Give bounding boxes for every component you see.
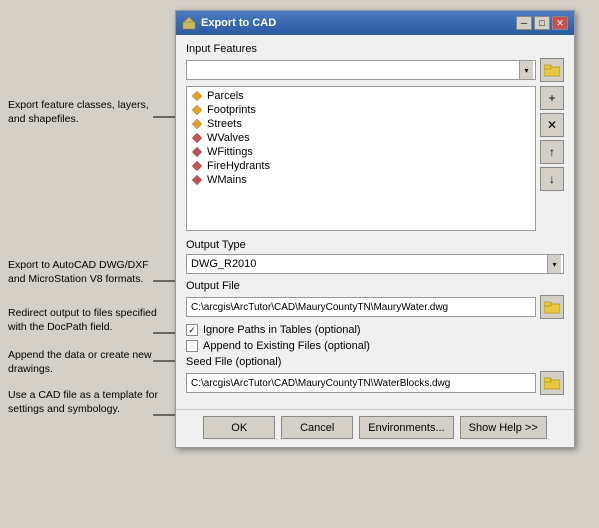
dialog-footer: OK Cancel Environments... Show Help >> bbox=[176, 409, 574, 447]
remove-button[interactable]: ✕ bbox=[540, 113, 564, 137]
output-type-combo[interactable]: DWG_R2010 ▾ bbox=[186, 254, 564, 274]
ok-button[interactable]: OK bbox=[203, 416, 275, 439]
move-up-button[interactable]: ↑ bbox=[540, 140, 564, 164]
feature-item-name: WValves bbox=[207, 132, 250, 144]
output-type-arrow[interactable]: ▾ bbox=[547, 255, 561, 273]
show-help-button[interactable]: Show Help >> bbox=[460, 416, 547, 439]
feature-item[interactable]: Streets bbox=[187, 117, 535, 131]
dialog-title: Export to CAD bbox=[201, 17, 276, 29]
feature-item-name: Footprints bbox=[207, 104, 256, 116]
feature-item-name: Streets bbox=[207, 118, 242, 130]
seed-file-row: C:\arcgis\ArcTutor\CAD\MauryCountyTN\Wat… bbox=[186, 371, 564, 395]
ignore-paths-label: Ignore Paths in Tables (optional) bbox=[203, 324, 361, 336]
append-existing-checkbox[interactable] bbox=[186, 340, 198, 352]
folder-icon-3 bbox=[544, 376, 560, 390]
input-browse-button[interactable] bbox=[540, 58, 564, 82]
feature-item-name: WFittings bbox=[207, 146, 253, 158]
feature-item-name: WMains bbox=[207, 174, 247, 186]
combo-dropdown-arrow[interactable]: ▾ bbox=[519, 61, 533, 79]
input-features-label: Input Features bbox=[186, 43, 564, 55]
seed-file-input[interactable]: C:\arcgis\ArcTutor\CAD\MauryCountyTN\Wat… bbox=[186, 373, 536, 393]
feature-item[interactable]: Footprints bbox=[187, 103, 535, 117]
feature-layer-icon bbox=[191, 132, 203, 144]
add-button[interactable]: + bbox=[540, 86, 564, 110]
feature-item[interactable]: WFittings bbox=[187, 145, 535, 159]
folder-icon bbox=[544, 63, 560, 77]
seed-browse-button[interactable] bbox=[540, 371, 564, 395]
minimize-button[interactable]: ─ bbox=[516, 16, 532, 30]
annotation-5: Use a CAD file as a template for setting… bbox=[8, 388, 163, 416]
append-existing-label: Append to Existing Files (optional) bbox=[203, 340, 370, 352]
feature-item-name: Parcels bbox=[207, 90, 244, 102]
title-buttons: ─ □ ✕ bbox=[516, 16, 568, 30]
ignore-paths-checkbox[interactable]: ✓ bbox=[186, 324, 198, 336]
feature-list[interactable]: Parcels Footprints Streets WValves WFittings… bbox=[186, 86, 536, 231]
folder-icon-2 bbox=[544, 300, 560, 314]
feature-item[interactable]: Parcels bbox=[187, 89, 535, 103]
export-to-cad-dialog: Export to CAD ─ □ ✕ Input Features ▾ bbox=[175, 10, 575, 448]
output-type-value: DWG_R2010 bbox=[189, 258, 256, 270]
output-file-row: C:\arcgis\ArcTutor\CAD\MauryCountyTN\Mau… bbox=[186, 295, 564, 319]
close-button[interactable]: ✕ bbox=[552, 16, 568, 30]
feature-layer-icon bbox=[191, 146, 203, 158]
append-existing-row: Append to Existing Files (optional) bbox=[186, 340, 564, 352]
seed-file-label: Seed File (optional) bbox=[186, 356, 564, 368]
ignore-paths-row: ✓ Ignore Paths in Tables (optional) bbox=[186, 324, 564, 336]
feature-item-name: FireHydrants bbox=[207, 160, 270, 172]
input-features-combo[interactable]: ▾ bbox=[186, 60, 536, 80]
maximize-button[interactable]: □ bbox=[534, 16, 550, 30]
output-browse-button[interactable] bbox=[540, 295, 564, 319]
annotation-2: Export to AutoCAD DWG/DXF and MicroStati… bbox=[8, 258, 163, 286]
move-down-button[interactable]: ↓ bbox=[540, 167, 564, 191]
feature-layer-icon bbox=[191, 118, 203, 130]
feature-layer-icon bbox=[191, 104, 203, 116]
feature-item[interactable]: WMains bbox=[187, 173, 535, 187]
side-buttons: + ✕ ↑ ↓ bbox=[540, 86, 564, 231]
cancel-button[interactable]: Cancel bbox=[281, 416, 353, 439]
feature-item[interactable]: FireHydrants bbox=[187, 159, 535, 173]
dialog-icon bbox=[182, 16, 196, 30]
output-file-label: Output File bbox=[186, 280, 564, 292]
annotation-4: Append the data or create new drawings. bbox=[8, 348, 163, 376]
feature-layer-icon bbox=[191, 174, 203, 186]
feature-layer-icon bbox=[191, 90, 203, 102]
output-type-label: Output Type bbox=[186, 239, 564, 251]
feature-item[interactable]: WValves bbox=[187, 131, 535, 145]
environments-button[interactable]: Environments... bbox=[359, 416, 453, 439]
dialog-body: Input Features ▾ ParcelsFoot bbox=[176, 35, 574, 409]
annotation-1: Export feature classes, layers, and shap… bbox=[8, 98, 163, 126]
title-bar-left: Export to CAD bbox=[182, 16, 276, 30]
features-area: Parcels Footprints Streets WValves WFittings… bbox=[186, 86, 564, 231]
feature-layer-icon bbox=[191, 160, 203, 172]
title-bar: Export to CAD ─ □ ✕ bbox=[176, 11, 574, 35]
output-file-input[interactable]: C:\arcgis\ArcTutor\CAD\MauryCountyTN\Mau… bbox=[186, 297, 536, 317]
input-features-row: ▾ bbox=[186, 58, 564, 82]
output-type-row: DWG_R2010 ▾ bbox=[186, 254, 564, 274]
annotation-3: Redirect output to files specified with … bbox=[8, 306, 163, 334]
